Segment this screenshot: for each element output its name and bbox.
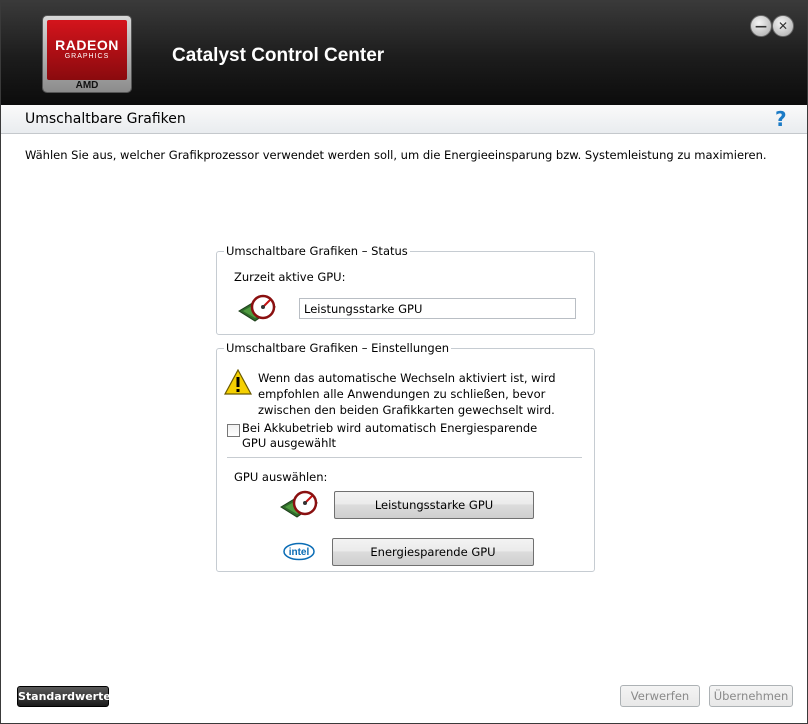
intel-logo-text: intel [289,547,310,558]
close-icon: ✕ [777,19,789,33]
radeon-logo: RADEON GRAPHICS AMD [43,16,131,92]
high-performance-gpu-icon [237,293,279,328]
high-performance-gpu-icon [279,489,321,524]
warning-message: Wenn das automatische Wechseln aktiviert… [258,371,556,417]
select-gpu-label: GPU auswählen: [234,470,328,484]
help-icon[interactable]: ? [775,107,787,131]
title-bar: RADEON GRAPHICS AMD Catalyst Control Cen… [1,1,807,105]
page-description: Wählen Sie aus, welcher Grafikprozessor … [25,148,767,162]
page-title: Umschaltbare Grafiken [25,111,186,127]
active-gpu-label: Zurzeit aktive GPU: [234,270,346,284]
settings-group-legend: Umschaltbare Grafiken – Einstellungen [224,341,452,355]
logo-radeon-text: RADEON [55,37,119,53]
warning-icon [223,368,253,398]
discard-button[interactable]: Verwerfen [620,685,700,707]
settings-group: Umschaltbare Grafiken – Einstellungen We… [216,341,595,572]
app-title: Catalyst Control Center [172,45,385,66]
ccc-window: RADEON GRAPHICS AMD Catalyst Control Cen… [0,0,808,724]
high-performance-gpu-button[interactable]: Leistungsstarke GPU [334,491,534,519]
intel-logo-icon: intel [283,542,315,561]
apply-button[interactable]: Übernehmen [709,685,793,707]
radeon-badge: RADEON GRAPHICS [47,20,127,80]
status-group-legend: Umschaltbare Grafiken – Status [224,244,410,258]
battery-auto-checkbox-label[interactable]: Bei Akkubetrieb wird automatisch Energie… [242,421,562,451]
defaults-button[interactable]: Standardwerte [17,686,111,707]
logo-graphics-text: GRAPHICS [64,53,110,60]
battery-auto-checkbox[interactable] [227,424,240,437]
status-group: Umschaltbare Grafiken – Status Zurzeit a… [216,244,595,335]
divider [227,457,582,458]
logo-amd-text: AMD [75,80,99,91]
section-header: Umschaltbare Grafiken ? [1,105,807,134]
power-saving-gpu-button[interactable]: Energiesparende GPU [332,538,534,566]
close-button[interactable]: ✕ [772,15,794,37]
active-gpu-field: Leistungsstarke GPU [299,298,576,319]
minimize-icon: — [755,19,767,33]
minimize-button[interactable]: — [750,15,772,37]
